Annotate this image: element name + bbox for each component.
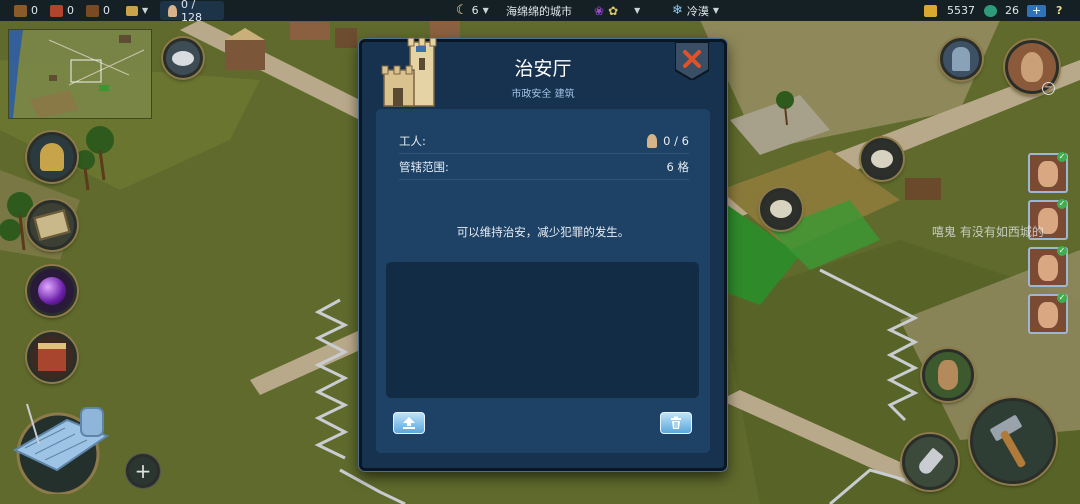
resource-brick[interactable]: 0 — [50, 0, 74, 21]
brick-icon — [50, 4, 63, 17]
details-box — [386, 262, 699, 398]
fountain-icon — [871, 150, 893, 168]
help-icon: ? — [1056, 4, 1063, 17]
resource-bar: 0 0 0 ▼ 0 / 128 ☾ 6 ▼ 海绵绵的城市 ❀ ✿ ▼ ❄ 冷漠 … — [0, 0, 1080, 24]
minimap-terrain — [9, 30, 151, 118]
dialog-subtitle: 市政安全 建筑 — [511, 89, 575, 100]
resource-log[interactable]: 0 — [86, 0, 110, 21]
city-name: 海绵绵的城市 — [506, 0, 572, 21]
chat-button[interactable] — [163, 38, 203, 78]
range-value: 6 格 — [666, 160, 689, 174]
gold-icon — [924, 4, 937, 17]
help-button[interactable]: ? — [1056, 0, 1062, 21]
citizen-icon — [168, 4, 178, 17]
trash-icon — [671, 416, 681, 429]
book-icon — [33, 209, 71, 241]
dialog-title: 治安厅 — [514, 58, 572, 80]
moon-value: 6 — [471, 4, 479, 17]
plus-icon: + — [134, 459, 152, 483]
chat-overlay: 嘻鬼 有没有如西城的 — [932, 225, 1044, 239]
add-button[interactable]: + — [126, 454, 160, 488]
worker-icon — [647, 134, 658, 148]
military-button[interactable] — [27, 132, 77, 182]
building-info-dialog: 治安厅 市政安全 建筑 工人: 0 / 6 管辖范围: 6 格 可以维持治安，减… — [359, 37, 727, 471]
snowflake-icon: ❄ — [672, 3, 683, 18]
info-panel: 工人: 0 / 6 管辖范围: 6 格 可以维持治安，减少犯罪的发生。 — [376, 109, 710, 453]
chevron-down-icon: ▼ — [482, 6, 489, 15]
resource-log-value: 0 — [103, 4, 110, 17]
gem-value: 26 — [1005, 4, 1019, 17]
check-icon: ✓ — [1057, 293, 1067, 303]
population-counter[interactable]: 0 / 128 — [160, 0, 224, 24]
resource-brick-value: 0 — [67, 4, 74, 17]
helmet-icon — [40, 143, 64, 171]
shovel-icon — [916, 447, 944, 477]
check-icon: ✓ — [1057, 199, 1067, 209]
workers-row: 工人: 0 / 6 — [399, 131, 689, 151]
range-row: 管辖范围: 6 格 — [399, 157, 689, 177]
crate-icon — [14, 4, 27, 17]
row-divider — [399, 179, 689, 180]
orb-icon — [38, 277, 66, 305]
speech-bubble-icon — [172, 50, 194, 66]
resource-menu[interactable]: ▼ — [126, 0, 148, 21]
build-hammer-button[interactable] — [970, 398, 1056, 484]
hill-icon — [938, 360, 958, 390]
resource-crate[interactable]: 0 — [14, 0, 38, 21]
advisor-face-icon — [1021, 52, 1043, 82]
market-cart-button[interactable] — [27, 332, 77, 382]
collapse-icon[interactable]: − — [1042, 82, 1055, 95]
row-divider — [399, 153, 689, 154]
portrait-face-icon — [1038, 161, 1058, 187]
upgrade-button[interactable] — [393, 412, 425, 434]
statue-icon — [952, 47, 970, 71]
demolish-button[interactable] — [660, 412, 692, 434]
city-name-text: 海绵绵的城市 — [506, 4, 572, 18]
statue-button[interactable] — [940, 38, 982, 80]
blueprint-icon — [12, 403, 110, 496]
workers-value: 0 / 6 — [663, 134, 689, 148]
resource-crate-value: 0 — [31, 4, 38, 17]
close-button[interactable] — [675, 42, 709, 80]
building-description: 可以维持治安，减少犯罪的发生。 — [456, 225, 630, 239]
shovel-button[interactable] — [902, 434, 958, 490]
log-icon — [86, 4, 99, 17]
goods-menu[interactable]: ❀ ✿ ▼ — [594, 0, 640, 21]
cart-icon — [38, 343, 66, 371]
gem-icon — [984, 4, 997, 17]
portrait-face-icon — [1038, 302, 1058, 328]
fountain-marker[interactable] — [861, 138, 903, 180]
chevron-down-icon: ▼ — [712, 6, 720, 15]
grape-icon: ❀ — [594, 3, 605, 18]
upgrade-icon — [403, 417, 415, 429]
hammer-icon — [990, 415, 1026, 468]
gem-counter[interactable]: 26 + — [984, 0, 1047, 21]
gold-value: 5537 — [947, 4, 975, 17]
stack-icon — [126, 5, 138, 16]
gold-counter[interactable]: 5537 — [924, 0, 975, 21]
blueprint-button[interactable] — [5, 398, 111, 496]
workers-count: 0 / 6 — [647, 134, 689, 148]
workers-label: 工人: — [399, 134, 426, 148]
climate-menu[interactable]: ❄ 冷漠 ▼ — [672, 0, 719, 21]
magic-orb-button[interactable] — [27, 266, 77, 316]
well-icon — [770, 200, 792, 218]
check-icon: ✓ — [1057, 152, 1067, 162]
terrain-tool-button[interactable] — [922, 349, 974, 401]
moon-icon: ☾ — [456, 3, 468, 18]
range-label: 管辖范围: — [399, 160, 449, 174]
climate-text: 冷漠 — [686, 4, 709, 18]
add-gems-button[interactable]: + — [1027, 4, 1047, 17]
wheat-icon: ✿ — [608, 3, 619, 18]
chevron-down-icon: ▼ — [142, 6, 149, 15]
minimap[interactable] — [8, 29, 152, 119]
check-icon: ✓ — [1057, 246, 1067, 256]
map-book-button[interactable] — [27, 200, 77, 250]
chevron-down-icon: ▼ — [634, 6, 641, 15]
moon-counter[interactable]: ☾ 6 ▼ — [456, 0, 489, 21]
well-marker[interactable] — [760, 188, 802, 230]
portrait-face-icon — [1038, 255, 1058, 281]
population-value: 0 / 128 — [181, 0, 203, 24]
